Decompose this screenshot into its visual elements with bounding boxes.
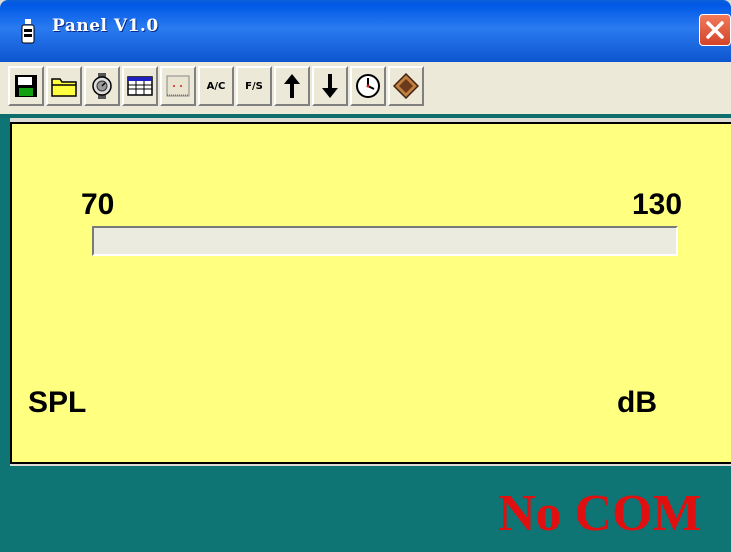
unit-label: dB [617,386,657,419]
floppy-disk-icon [15,75,37,97]
clock-icon [356,74,380,98]
up-button[interactable] [274,66,310,106]
chart-paper-icon [166,75,190,97]
diamond-icon [393,73,419,99]
arrow-up-icon [284,74,300,98]
open-button[interactable] [46,66,82,106]
clock-button[interactable] [350,66,386,106]
ac-button[interactable]: A/C [198,66,234,106]
chart-button[interactable] [160,66,196,106]
title-bar[interactable]: Panel V1.0 [0,0,731,62]
watch-icon [92,73,112,99]
fs-button[interactable]: F/S [236,66,272,106]
meter-panel: 70 130 SPL dB [10,122,731,464]
toolbar: A/C F/S [0,62,731,118]
table-icon [127,76,153,96]
save-button[interactable] [8,66,44,106]
status-text: No COM [498,485,702,542]
close-icon [706,21,724,39]
app-icon [21,19,35,44]
status-panel: No COM [10,466,731,552]
table-button[interactable] [122,66,158,106]
fs-label: F/S [245,80,263,92]
scale-max-label: 130 [632,188,683,221]
close-button[interactable] [699,14,731,46]
window-border [0,118,10,552]
watch-button[interactable] [84,66,120,106]
exit-button[interactable] [388,66,424,106]
scale-min-label: 70 [81,188,115,221]
down-button[interactable] [312,66,348,106]
arrow-down-icon [322,74,338,98]
level-bar [92,226,678,256]
folder-icon [51,78,77,97]
quantity-label: SPL [28,386,87,419]
window-title: Panel V1.0 [52,16,159,36]
ac-label: A/C [206,80,226,92]
